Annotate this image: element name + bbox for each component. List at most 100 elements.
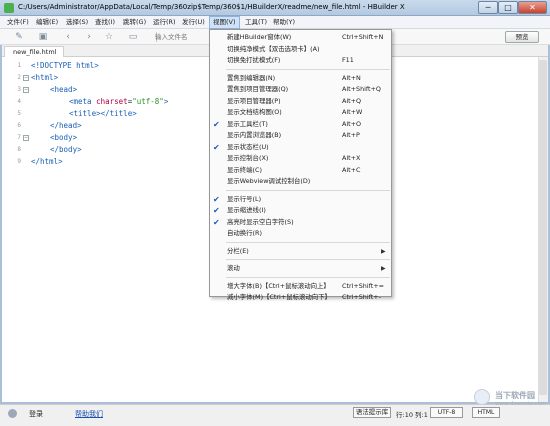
tab-new-file[interactable]: new_file.html — [4, 46, 64, 57]
menu-item-label: 自动换行(R) — [227, 229, 262, 237]
checkmark-icon: ✔ — [213, 217, 220, 227]
menu-tools[interactable]: 工具(T) — [242, 16, 270, 29]
view-menu-item[interactable]: ✔ 显示状态栏(U) — [210, 142, 391, 153]
syntax-library-button[interactable]: 语法提示库 — [353, 407, 391, 418]
menu-item-label: 显示终端(C) — [227, 165, 263, 174]
language-button[interactable]: HTML — [472, 407, 500, 418]
menu-item-label: 切换免打扰模式(F) — [227, 56, 281, 64]
menu-edit[interactable]: 编辑(E) — [33, 16, 61, 29]
preview-button[interactable]: 预览 — [505, 31, 539, 43]
menu-separator — [226, 189, 390, 191]
menu-run[interactable]: 运行(R) — [150, 16, 179, 29]
menu-item-label: 置焦到项目管理器(Q) — [227, 85, 289, 93]
watermark-url: www.downxia.com — [495, 401, 547, 407]
menu-item-shortcut: Ctrl+Shift+N — [342, 33, 384, 41]
view-menu-item[interactable]: 显示内置浏览器(B) Alt+P — [210, 130, 391, 141]
line-number: 1 — [17, 62, 21, 69]
code-line: </html> — [31, 157, 63, 166]
menu-goto[interactable]: 跳转(G) — [120, 16, 149, 29]
menu-item-shortcut: Alt+X — [342, 154, 361, 162]
code-line: <title></title> — [69, 109, 137, 118]
cursor-position: 行:10 列:1 — [396, 411, 428, 419]
line-number: 5 — [17, 110, 21, 117]
view-menu-item[interactable]: ✔ 显示行号(L) — [210, 194, 391, 205]
menu-item-label: 切换纯净模式【双击选项卡】(A) — [227, 44, 320, 53]
submenu-arrow-icon: ▶ — [381, 265, 386, 272]
view-menu-item[interactable]: 显示项目管理器(P) Alt+Q — [210, 96, 391, 107]
menu-item-shortcut: Alt+N — [342, 73, 361, 82]
menu-help[interactable]: 帮助(Y) — [270, 16, 298, 29]
view-menu-item[interactable]: ✔ 高亮时显示空白字符(S) — [210, 217, 391, 228]
fold-toggle-icon[interactable]: − — [23, 135, 29, 141]
maximize-button[interactable]: □ — [498, 1, 518, 14]
menu-bar: 文件(F) 编辑(E) 选择(S) 查找(I) 跳转(G) 运行(R) 发行(U… — [0, 16, 550, 29]
fold-toggle-icon[interactable]: − — [23, 87, 29, 93]
view-menu-item[interactable]: ✔ 显示缩进线(I) — [210, 205, 391, 216]
menu-view[interactable]: 视图(V) — [209, 16, 240, 29]
view-menu-item[interactable]: 自动换行(R) — [210, 228, 391, 239]
view-menu-item[interactable]: 增大字体(B)【Ctrl+鼠标滚动向上】 Ctrl+Shift+= — [210, 281, 391, 292]
code-line: </head> — [50, 121, 82, 130]
close-button[interactable]: ✕ — [518, 1, 547, 14]
menu-item-label: 分栏(E) — [227, 246, 249, 255]
line-number: 6 — [17, 122, 21, 129]
view-menu-item[interactable]: 减小字体(M)【Ctrl+鼠标滚动向下】 Ctrl+Shift+- — [210, 292, 391, 303]
view-menu-item[interactable]: 显示文档结构图(O) Alt+W — [210, 107, 391, 118]
menu-item-label: 显示缩进线(I) — [227, 206, 266, 214]
menu-publish[interactable]: 发行(U) — [179, 16, 208, 29]
back-arrow-icon[interactable]: ‹ — [63, 32, 73, 42]
view-menu-item[interactable]: 滚动 ▶ — [210, 263, 391, 274]
checkmark-icon: ✔ — [213, 194, 220, 204]
forward-arrow-icon[interactable]: › — [84, 32, 94, 42]
login-link[interactable]: 登录 — [29, 409, 43, 419]
view-menu-item[interactable]: 显示终端(C) Alt+C — [210, 165, 391, 176]
menu-item-shortcut: Alt+Shift+Q — [342, 85, 381, 93]
scrollbar-thumb[interactable] — [539, 60, 547, 395]
menu-item-shortcut: Alt+P — [342, 131, 360, 139]
code-line: <html> — [31, 73, 59, 82]
encoding-button[interactable]: UTF-8 — [430, 407, 463, 418]
help-us-link[interactable]: 帮助我们 — [75, 409, 103, 419]
menu-file[interactable]: 文件(F) — [4, 16, 32, 29]
menu-item-label: 显示Webview调试控制台(D) — [227, 177, 311, 185]
line-number: 3 — [17, 86, 21, 93]
menu-item-shortcut: Ctrl+Shift+- — [342, 293, 381, 301]
view-menu-item[interactable]: 新建HBuilder窗体(W) Ctrl+Shift+N — [210, 32, 391, 43]
menu-find[interactable]: 查找(I) — [92, 16, 118, 29]
checkmark-icon: ✔ — [213, 206, 220, 215]
menu-select[interactable]: 选择(S) — [63, 16, 91, 29]
line-number: 8 — [17, 146, 21, 153]
line-number: 9 — [17, 158, 21, 165]
view-menu-item[interactable]: 切换免打扰模式(F) F11 — [210, 55, 391, 66]
view-menu-item[interactable]: 切换纯净模式【双击选项卡】(A) — [210, 44, 391, 55]
new-file-icon[interactable]: ✎ — [14, 32, 24, 42]
hbuilder-logo-icon — [4, 3, 14, 13]
folder-icon[interactable]: ▭ — [128, 32, 138, 42]
window-title: C:/Users/Administrator/AppData/Local/Tem… — [18, 3, 405, 11]
menu-item-label: 置焦到编辑器(N) — [227, 73, 276, 82]
menu-separator — [226, 68, 390, 70]
view-menu-item[interactable]: 置焦到项目管理器(Q) Alt+Shift+Q — [210, 84, 391, 95]
view-menu-item[interactable]: 显示控制台(X) Alt+X — [210, 153, 391, 164]
menu-item-label: 显示状态栏(U) — [227, 142, 269, 151]
star-icon[interactable]: ☆ — [104, 32, 114, 42]
menu-item-shortcut: F11 — [342, 56, 354, 64]
minimize-button[interactable]: ─ — [478, 1, 498, 14]
code-line: </body> — [50, 145, 82, 154]
code-line: <head> — [50, 85, 78, 94]
user-icon[interactable] — [8, 409, 17, 418]
menu-item-label: 显示行号(L) — [227, 194, 262, 203]
save-icon[interactable]: ▣ — [38, 32, 48, 42]
fold-toggle-icon[interactable]: − — [23, 75, 29, 81]
view-menu-item[interactable]: 置焦到编辑器(N) Alt+N — [210, 73, 391, 84]
watermark-logo-icon — [474, 389, 490, 405]
view-menu-item[interactable]: ✔ 显示工具栏(T) Alt+O — [210, 119, 391, 130]
menu-item-shortcut: Ctrl+Shift+= — [342, 281, 384, 290]
code-line: <body> — [50, 133, 78, 142]
view-menu-item[interactable]: 分栏(E) ▶ — [210, 246, 391, 257]
menu-item-shortcut: Alt+O — [342, 119, 362, 128]
menu-item-label: 显示内置浏览器(B) — [227, 131, 282, 139]
menu-item-shortcut: Alt+Q — [342, 96, 362, 105]
view-menu-item[interactable]: 显示Webview调试控制台(D) — [210, 176, 391, 187]
checkmark-icon: ✔ — [213, 119, 220, 129]
